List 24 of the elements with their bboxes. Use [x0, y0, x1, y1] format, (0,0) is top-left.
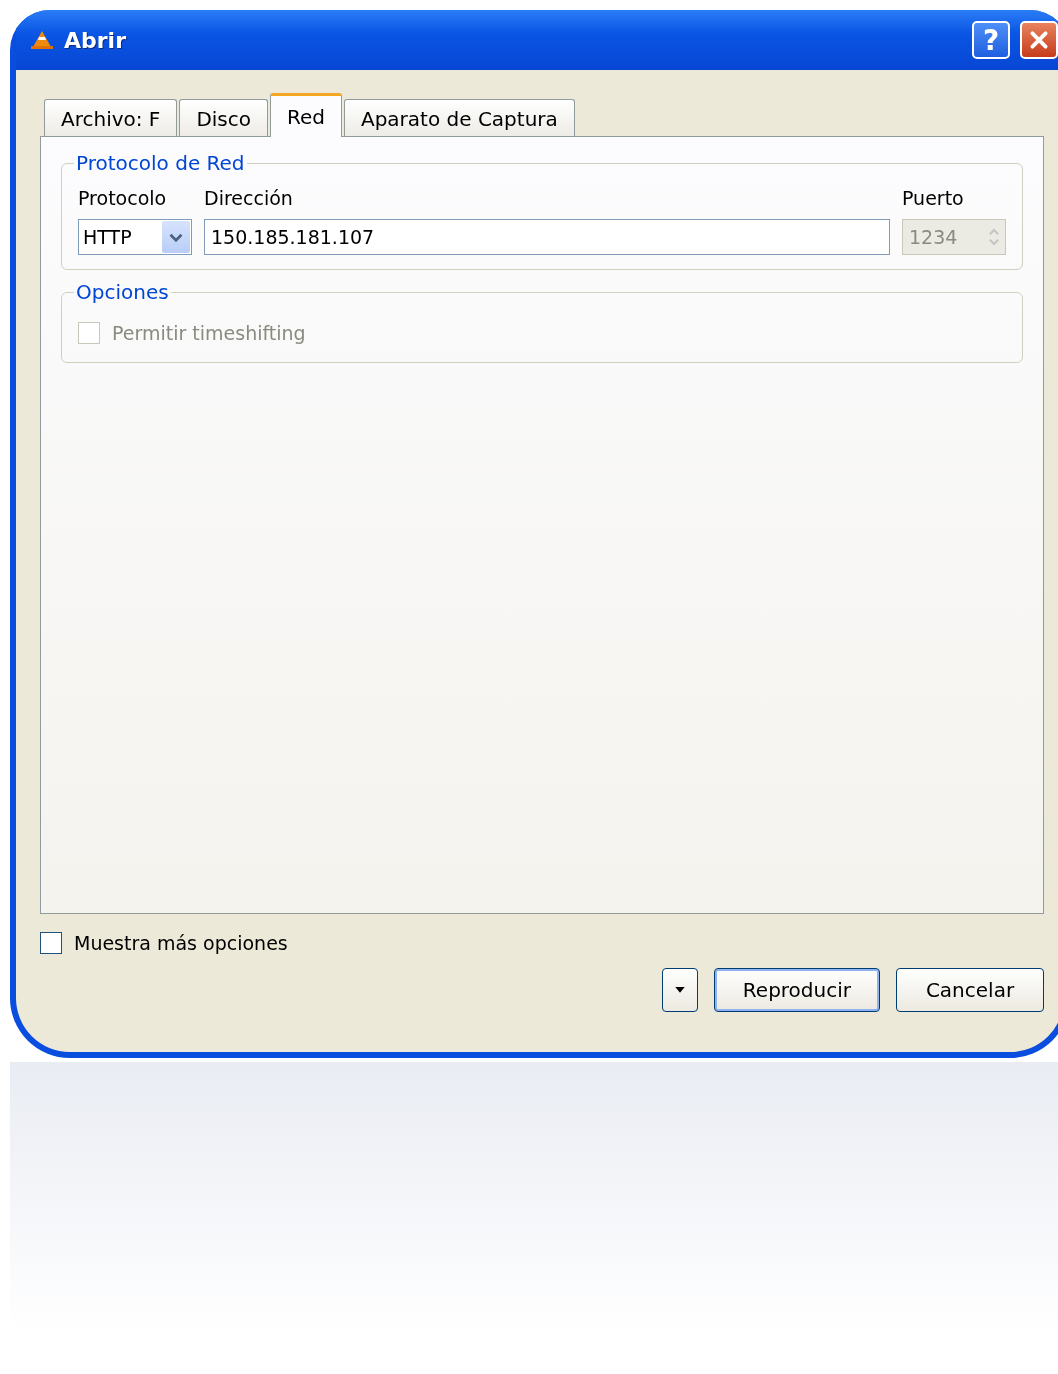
- checkbox-label: Permitir timeshifting: [112, 322, 306, 344]
- close-icon: [1028, 29, 1050, 51]
- window-title: Abrir: [64, 27, 126, 53]
- cone-icon: [30, 30, 54, 50]
- caret-icon: [674, 986, 685, 994]
- address-label: Dirección: [204, 186, 294, 209]
- play-button[interactable]: Reproducir: [713, 968, 880, 1012]
- checkbox[interactable]: [40, 932, 62, 954]
- chevron-icon: [169, 231, 183, 243]
- address-field[interactable]: 150.185.181.107: [204, 219, 890, 255]
- tab[interactable]: Aparato de Captura: [344, 99, 575, 137]
- tab[interactable]: Archivo: F: [44, 99, 178, 137]
- close-button[interactable]: [1020, 21, 1058, 59]
- help-button[interactable]: ?: [972, 21, 1010, 59]
- cancel-button[interactable]: Cancelar: [896, 968, 1044, 1012]
- group-title: Opciones: [75, 280, 170, 304]
- dropdown-button[interactable]: [661, 968, 698, 1012]
- protocol-label: Protocolo: [78, 186, 168, 209]
- group-title: Protocolo de Red: [75, 151, 246, 175]
- tab[interactable]: Red: [270, 93, 342, 137]
- checkbox-label: Muestra más opciones: [74, 932, 288, 954]
- tab[interactable]: Disco: [179, 99, 268, 137]
- protocol-dropdown[interactable]: HTTP: [78, 219, 192, 255]
- port-label: Puerto: [902, 186, 965, 209]
